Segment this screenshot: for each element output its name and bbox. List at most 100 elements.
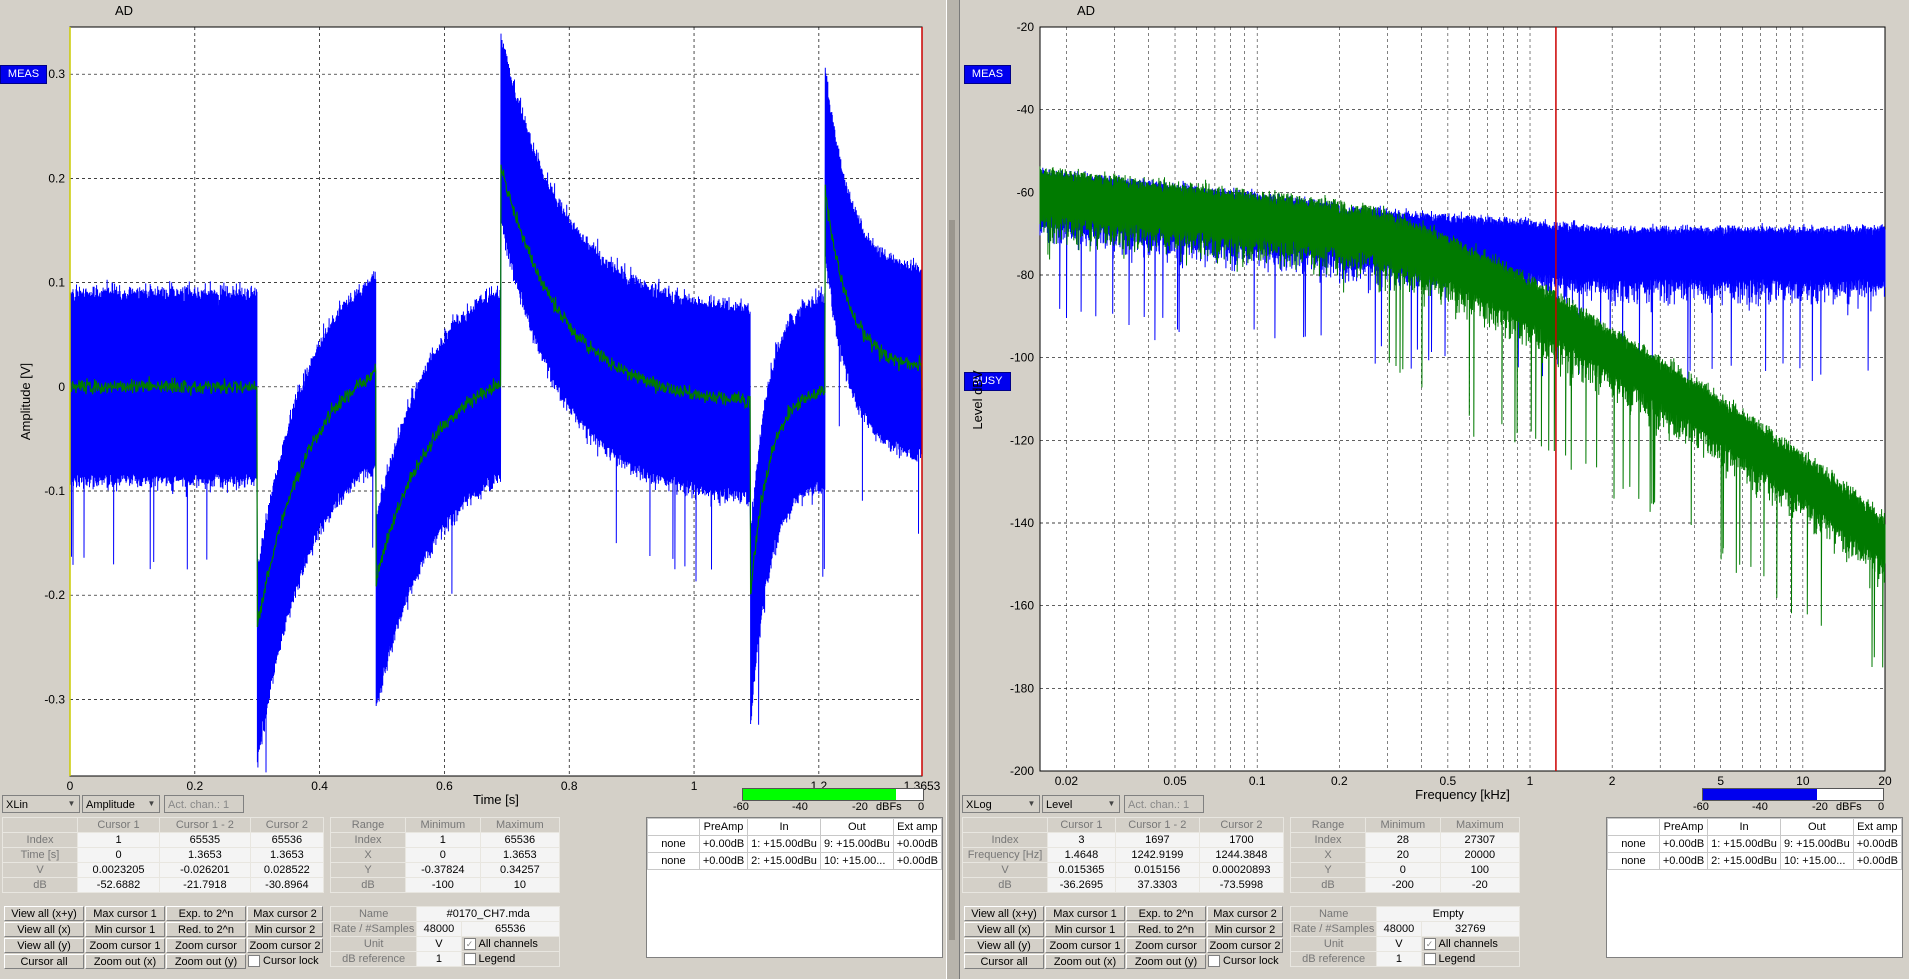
min-cursor-2-button[interactable]: Min cursor 2 — [1207, 922, 1283, 937]
meter-tick: -40 — [792, 801, 808, 813]
legend-checkbox[interactable]: Legend — [460, 951, 561, 967]
x-tick-label: 0.02 — [1055, 774, 1079, 788]
legend-checkbox[interactable]: Legend — [1420, 951, 1521, 967]
scrollbar-thumb[interactable] — [949, 220, 955, 940]
max-cursor-1-button[interactable]: Max cursor 1 — [1045, 906, 1125, 921]
level-meter-fill — [1703, 789, 1817, 800]
spectrum-panel: AD MEAS BUSY -20 -40 -60 -80 -100 -120 -140 -16… — [960, 0, 1909, 979]
table-row: dB reference 1 Legend — [1289, 951, 1521, 967]
meter-unit: dBFs — [1836, 801, 1862, 813]
min-cursor-2-button[interactable]: Min cursor 2 — [247, 922, 323, 937]
cursor-all-button[interactable]: Cursor all — [964, 954, 1044, 969]
view-all-y-button[interactable]: View all (y) — [964, 938, 1044, 953]
table-row: Frequency [Hz] 1.4648 1242.9199 1244.3848 — [962, 847, 1285, 863]
channel-table: PreAmp In Out Ext amp none +0.00dB 1: +15.00d… — [647, 818, 943, 870]
active-channel-select[interactable]: Act. chan.: 1 — [164, 795, 244, 813]
cursor-lock-checkbox[interactable]: Cursor lock — [1208, 955, 1279, 968]
zoom-out-x-button[interactable]: Zoom out (x) — [1045, 954, 1125, 969]
table-row: Index 3 1697 1700 — [962, 832, 1285, 848]
info-table: Name Empty Rate / #Samples 48000 32769 Unit… — [1289, 906, 1521, 967]
zoom-cursor-1-button[interactable]: Zoom cursor 1 — [85, 938, 165, 953]
checkbox-icon — [1423, 953, 1436, 966]
cursor-table: Cursor 1 Cursor 1 - 2 Cursor 2 Index 3 1697 1… — [962, 817, 1285, 893]
max-cursor-1-button[interactable]: Max cursor 1 — [85, 906, 165, 921]
table-row: Time [s] 0 1.3653 1.3653 — [2, 847, 325, 863]
red-to-2n-button[interactable]: Red. to 2^n — [166, 922, 246, 937]
y-tick-label: 0.3 — [48, 67, 65, 81]
spectrum-plot[interactable]: -20-40-60-80-100-120-140-160-180-2000.02… — [960, 0, 1909, 815]
checkbox-icon — [1208, 955, 1220, 968]
y-axis-label: Level dBV — [970, 370, 985, 430]
max-cursor-2-button[interactable]: Max cursor 2 — [1207, 906, 1283, 921]
table-row: none +0.00dB 1: +15.00dBu 9: +15.00dBu +0.00… — [1607, 835, 1903, 853]
table-row: none +0.00dB 1: +15.00dBu 9: +15.00dBu +0.00… — [647, 835, 943, 853]
plot-area — [1039, 26, 1886, 772]
checkmark-icon: ✓ — [1423, 938, 1436, 951]
meter-tick: 0 — [1878, 801, 1885, 813]
exp-to-2n-button[interactable]: Exp. to 2^n — [166, 906, 246, 921]
xaxis-select[interactable]: XLog ▼ — [962, 795, 1040, 813]
channel-name[interactable]: none — [647, 852, 700, 870]
x-tick-label: 10 — [1796, 774, 1810, 788]
y-tick-label: 0.1 — [48, 276, 65, 290]
time-plot[interactable]: 0.30.20.10-0.1-0.2-0.30 0.2 0.4 0.6 0.8 1 1.2 1… — [0, 0, 945, 815]
x-axis-label: Time [s] — [473, 792, 519, 807]
meter-tick: -60 — [1693, 801, 1709, 813]
x-tick-label: 5 — [1717, 774, 1724, 788]
yaxis-select[interactable]: Level ▼ — [1042, 795, 1120, 813]
chevron-down-icon: ▼ — [1027, 799, 1036, 808]
table-row: dB -200 -20 — [1290, 877, 1521, 893]
x-tick-label: 0.2 — [1331, 774, 1348, 788]
channel-name[interactable]: none — [1607, 852, 1660, 870]
zoom-cursor-button[interactable]: Zoom cursor — [166, 938, 246, 953]
view-all-x-button[interactable]: View all (x) — [4, 922, 84, 937]
channel-name[interactable]: none — [647, 835, 700, 853]
yaxis-select[interactable]: Amplitude ▼ — [82, 795, 160, 813]
zoom-cursor-2-button[interactable]: Zoom cursor 2 — [247, 938, 323, 953]
table-row: none +0.00dB 2: +15.00dBu 10: +15.00... +0.0… — [647, 852, 943, 870]
zoom-cursor-1-button[interactable]: Zoom cursor 1 — [1045, 938, 1125, 953]
table-row: Rate / #Samples 48000 32769 — [1289, 921, 1521, 937]
x-tick-label: 0.6 — [436, 779, 453, 793]
all-channels-checkbox[interactable]: ✓ All channels — [1420, 936, 1521, 952]
panel-scrollbar[interactable] — [946, 0, 960, 979]
all-channels-checkbox[interactable]: ✓ All channels — [460, 936, 561, 952]
zoom-out-x-button[interactable]: Zoom out (x) — [85, 954, 165, 969]
chevron-down-icon: ▼ — [147, 799, 156, 808]
zoom-out-y-button[interactable]: Zoom out (y) — [1126, 954, 1206, 969]
cursor-lock-checkbox[interactable]: Cursor lock — [248, 955, 319, 968]
x-tick-label: 1 — [1527, 774, 1534, 788]
view-all-x-button[interactable]: View all (x) — [964, 922, 1044, 937]
zoom-out-y-button[interactable]: Zoom out (y) — [166, 954, 246, 969]
cursor-table: Cursor 1 Cursor 1 - 2 Cursor 2 Index 1 65535… — [2, 817, 325, 893]
checkbox-icon — [463, 953, 476, 966]
table-row: X 0 1.3653 — [330, 847, 561, 863]
active-channel-select[interactable]: Act. chan.: 1 — [1124, 795, 1204, 813]
y-tick-label: -20 — [1017, 20, 1035, 34]
view-all-xy-button[interactable]: View all (x+y) — [964, 906, 1044, 921]
range-table: Range Minimum Maximum Index 1 65536 X 0 1.3653… — [330, 817, 561, 893]
min-cursor-1-button[interactable]: Min cursor 1 — [1045, 922, 1125, 937]
view-all-xy-button[interactable]: View all (x+y) — [4, 906, 84, 921]
x-tick-label: 20 — [1878, 774, 1892, 788]
channel-name[interactable]: none — [1607, 835, 1660, 853]
checkbox-icon — [248, 955, 260, 968]
cursor-all-button[interactable]: Cursor all — [4, 954, 84, 969]
zoom-cursor-button[interactable]: Zoom cursor — [1126, 938, 1206, 953]
table-row: none +0.00dB 2: +15.00dBu 10: +15.00... +0.0… — [1607, 852, 1903, 870]
meter-scale: -60 -40 -20 dBFs 0 — [733, 801, 932, 815]
red-to-2n-button[interactable]: Red. to 2^n — [1126, 922, 1206, 937]
table-row: X 20 20000 — [1290, 847, 1521, 863]
y-tick-label: -140 — [1010, 516, 1034, 530]
x-tick-label: 0.05 — [1163, 774, 1187, 788]
max-cursor-2-button[interactable]: Max cursor 2 — [247, 906, 323, 921]
xaxis-select[interactable]: XLin ▼ — [2, 795, 80, 813]
table-row: V 0.015365 0.015156 0.00020893 — [962, 862, 1285, 878]
exp-to-2n-button[interactable]: Exp. to 2^n — [1126, 906, 1206, 921]
x-tick-label: 0 — [67, 779, 74, 793]
zoom-cursor-2-button[interactable]: Zoom cursor 2 — [1207, 938, 1283, 953]
view-all-y-button[interactable]: View all (y) — [4, 938, 84, 953]
table-row: dB -100 10 — [330, 877, 561, 893]
min-cursor-1-button[interactable]: Min cursor 1 — [85, 922, 165, 937]
table-row: Index 28 27307 — [1290, 832, 1521, 848]
